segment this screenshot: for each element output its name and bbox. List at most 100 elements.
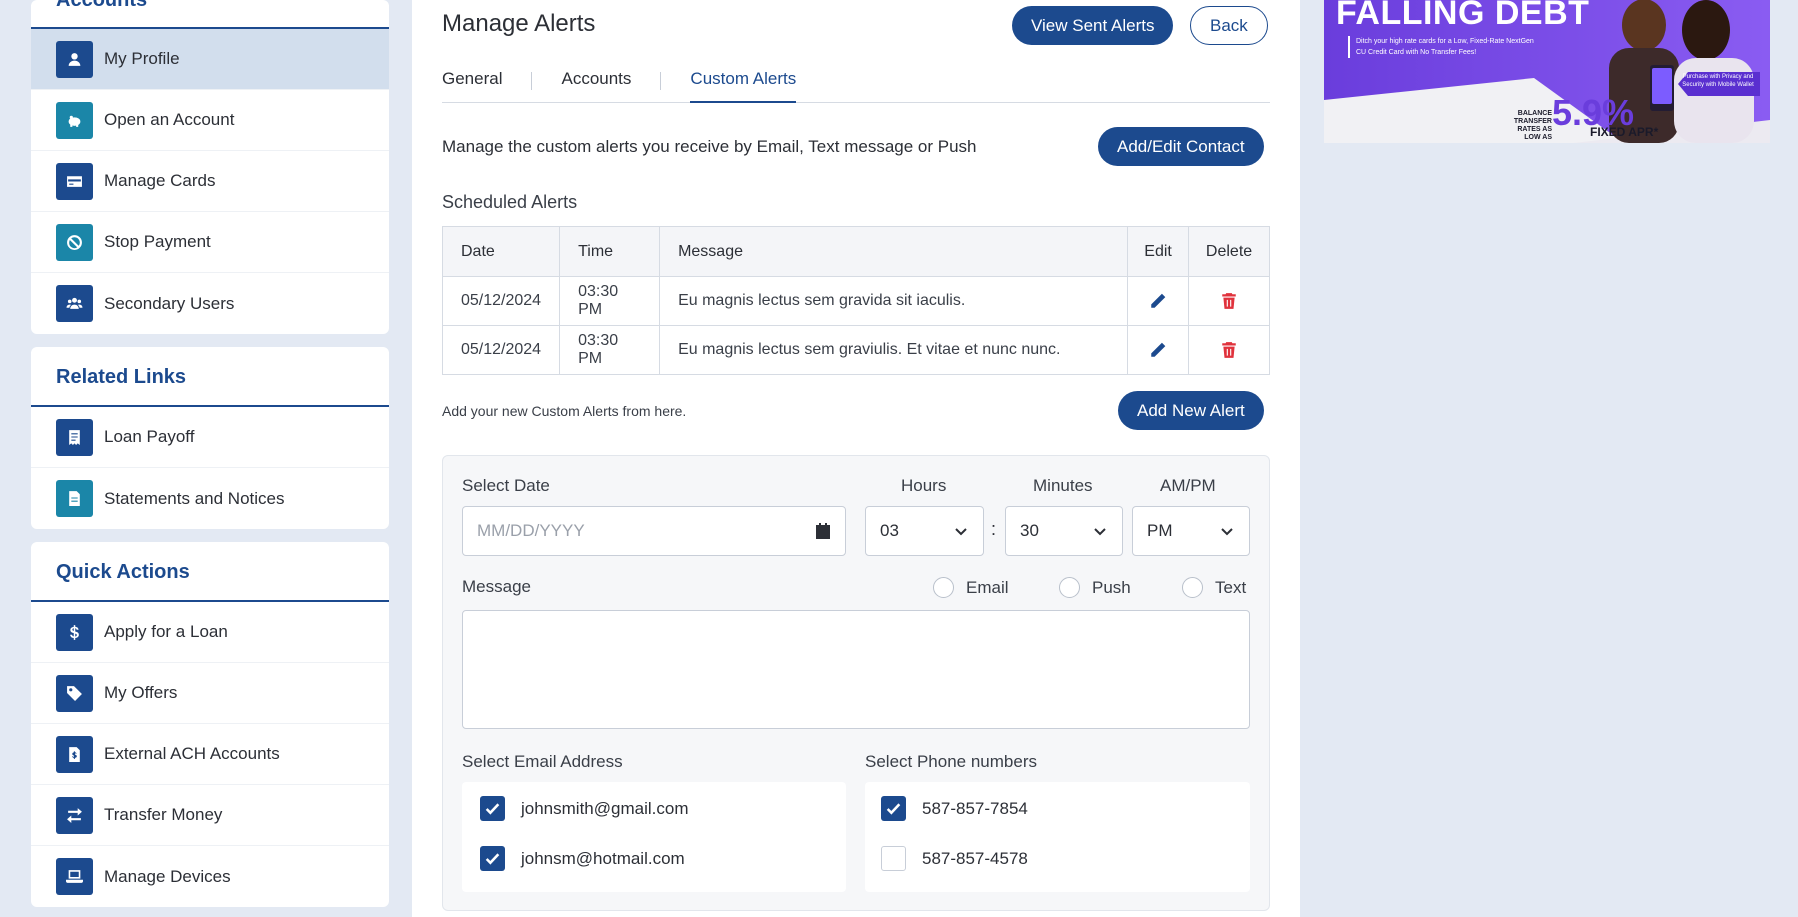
date-column-header: Date	[441, 226, 561, 277]
sidebar-item-label: Transfer Money	[104, 805, 223, 824]
radio-label: Email	[966, 577, 1009, 597]
user-icon	[56, 40, 93, 78]
related-links-card: Related Links Loan Payoff Statements and…	[31, 347, 389, 529]
sidebar-item-label: My Profile	[104, 49, 180, 68]
users-icon	[56, 285, 93, 322]
sidebar-item-label: Stop Payment	[104, 232, 211, 251]
radio-label: Text	[1215, 577, 1247, 597]
delete-cell	[1188, 325, 1270, 375]
tab-custom-alerts[interactable]: Custom Alerts	[690, 60, 797, 103]
select-email-label: Select Email Address	[462, 752, 623, 771]
page-title: Manage Alerts	[442, 10, 596, 37]
message-textarea[interactable]	[462, 610, 1250, 729]
scheduled-alerts-title: Scheduled Alerts	[442, 192, 578, 212]
view-sent-alerts-button[interactable]: View Sent Alerts	[1012, 6, 1174, 45]
sidebar-item-transfer-money[interactable]: Transfer Money	[31, 785, 389, 846]
sidebar-item-manage-cards[interactable]: Manage Cards	[31, 151, 389, 212]
tab-divider	[660, 72, 662, 90]
sidebar-item-my-offers[interactable]: My Offers	[31, 663, 389, 724]
promo-subtext: Ditch your high rate cards for a Low, Fi…	[1348, 36, 1538, 58]
date-placeholder: MM/DD/YYYY	[477, 521, 585, 540]
date-input[interactable]: MM/DD/YYYY	[462, 506, 846, 556]
tag-icon	[56, 674, 93, 712]
sidebar-item-label: Manage Cards	[104, 171, 216, 190]
edit-column-header: Edit	[1127, 226, 1190, 277]
radio-label: Push	[1092, 577, 1131, 597]
scheduled-alerts-table: Date Time Message Edit Delete 05/12/2024…	[441, 226, 1270, 375]
add-alert-hint: Add your new Custom Alerts from here.	[442, 403, 687, 419]
sidebar-item-label: Manage Devices	[104, 866, 231, 886]
alert-message: Eu magnis lectus sem graviulis. Et vitae…	[659, 325, 1129, 375]
sidebar-item-label: External ACH Accounts	[104, 744, 280, 763]
check-icon	[485, 803, 500, 815]
ampm-select[interactable]: PM	[1132, 506, 1250, 556]
select-phone-label: Select Phone numbers	[865, 752, 1037, 771]
delete-column-header: Delete	[1188, 226, 1270, 277]
pencil-icon[interactable]	[1147, 290, 1169, 312]
add-new-alert-button[interactable]: Add New Alert	[1118, 391, 1264, 430]
text-radio[interactable]: Text	[1182, 577, 1246, 598]
email-address: johnsmith@gmail.com	[521, 798, 689, 818]
promo-badge: Purchase with Privacy and Security with …	[1682, 74, 1754, 88]
checkbox-checked[interactable]	[881, 796, 906, 821]
calendar-icon[interactable]	[815, 523, 831, 539]
sidebar-item-loan-payoff[interactable]: Loan Payoff	[31, 407, 389, 468]
promo-banner[interactable]: FALLING DEBT Ditch your high rate cards …	[1324, 0, 1770, 143]
radio-circle	[933, 577, 954, 598]
sidebar-item-statements[interactable]: Statements and Notices	[31, 468, 389, 529]
sidebar-item-my-profile[interactable]: My Profile	[31, 29, 389, 90]
hours-label: Hours	[901, 476, 947, 495]
message-label: Message	[462, 577, 531, 596]
ampm-value: PM	[1147, 521, 1173, 540]
file-dollar-icon	[56, 735, 93, 773]
email-radio[interactable]: Email	[933, 577, 1009, 598]
document-icon	[56, 480, 93, 517]
checkbox-unchecked[interactable]	[881, 846, 906, 871]
hours-select[interactable]: 03	[865, 506, 984, 556]
tab-accounts[interactable]: Accounts	[561, 60, 631, 103]
sidebar-item-external-ach[interactable]: External ACH Accounts	[31, 724, 389, 785]
main-panel: Manage Alerts View Sent Alerts Back Gene…	[412, 0, 1300, 917]
exchange-icon	[56, 796, 93, 834]
alert-time: 03:30 PM	[559, 325, 661, 375]
check-icon	[886, 803, 901, 815]
phone-option[interactable]: 587-857-4578	[881, 846, 1028, 871]
trash-icon[interactable]	[1218, 339, 1240, 361]
sidebar-item-apply-loan[interactable]: Apply for a Loan	[31, 602, 389, 663]
accounts-card: Accounts My Profile Open an Account Mana…	[31, 0, 389, 334]
new-alert-form: Select Date MM/DD/YYYY Hours 03 : Minute…	[442, 455, 1270, 911]
email-option[interactable]: johnsm@hotmail.com	[480, 846, 685, 871]
accounts-title: Accounts	[31, 0, 389, 29]
back-button[interactable]: Back	[1190, 6, 1268, 45]
sidebar: Accounts My Profile Open an Account Mana…	[31, 0, 389, 917]
minutes-label: Minutes	[1033, 476, 1093, 495]
tab-general[interactable]: General	[442, 60, 502, 103]
quick-actions-title: Quick Actions	[31, 542, 389, 602]
checkbox-checked[interactable]	[480, 846, 505, 871]
custom-alerts-description: Manage the custom alerts you receive by …	[442, 137, 977, 156]
email-list: johnsmith@gmail.com johnsm@hotmail.com	[462, 782, 846, 892]
select-date-label: Select Date	[462, 476, 550, 495]
sidebar-item-open-account[interactable]: Open an Account	[31, 90, 389, 151]
laptop-icon	[56, 858, 93, 895]
hours-value: 03	[880, 521, 899, 540]
checkbox-checked[interactable]	[480, 796, 505, 821]
ban-icon	[56, 223, 93, 261]
minutes-select[interactable]: 30	[1005, 506, 1123, 556]
sidebar-item-stop-payment[interactable]: Stop Payment	[31, 212, 389, 273]
time-column-header: Time	[559, 226, 661, 277]
time-colon: :	[991, 519, 997, 539]
add-edit-contact-button[interactable]: Add/Edit Contact	[1098, 127, 1264, 166]
piggy-bank-icon	[56, 101, 93, 139]
trash-icon[interactable]	[1218, 290, 1240, 312]
email-option[interactable]: johnsmith@gmail.com	[480, 796, 688, 821]
phone-option[interactable]: 587-857-7854	[881, 796, 1028, 821]
pencil-icon[interactable]	[1147, 339, 1169, 361]
tab-divider	[531, 72, 533, 90]
minutes-value: 30	[1020, 521, 1039, 540]
sidebar-item-manage-devices[interactable]: Manage Devices	[31, 846, 389, 907]
push-radio[interactable]: Push	[1059, 577, 1131, 598]
promo-headline: FALLING DEBT	[1336, 0, 1590, 32]
chevron-down-icon	[1221, 528, 1233, 536]
sidebar-item-secondary-users[interactable]: Secondary Users	[31, 273, 389, 334]
